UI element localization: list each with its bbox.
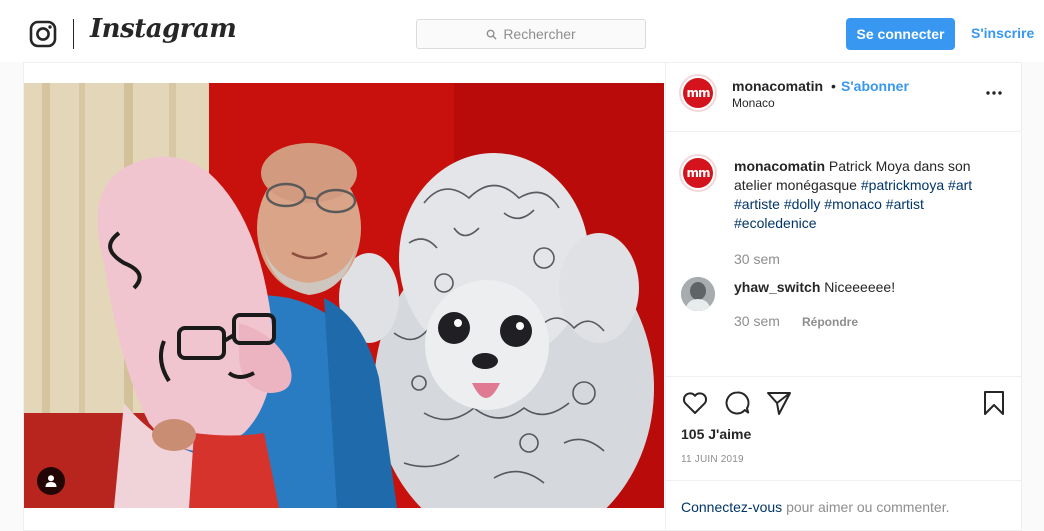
instagram-wordmark[interactable]: Instagram xyxy=(90,14,237,44)
header-divider xyxy=(666,131,1021,132)
signup-link[interactable]: S'inscrire xyxy=(971,25,1034,41)
hashtag-link[interactable]: #monaco xyxy=(824,196,882,212)
hashtag-link[interactable]: #artiste xyxy=(734,196,780,212)
author-avatar-logo: mm xyxy=(683,78,713,108)
author-avatar[interactable]: mm xyxy=(679,74,717,112)
caption-username[interactable]: monacomatin xyxy=(734,158,825,174)
follow-button[interactable]: S'abonner xyxy=(841,78,909,94)
author-username[interactable]: monacomatin xyxy=(732,78,823,94)
heart-icon[interactable] xyxy=(681,389,709,417)
top-navigation-bar: Instagram Rechercher Se connecter S'insc… xyxy=(0,0,1044,62)
login-divider xyxy=(666,480,1021,481)
post-date[interactable]: 11 JUIN 2019 xyxy=(681,454,744,465)
search-icon xyxy=(486,29,497,40)
caption-timestamp[interactable]: 30 sem xyxy=(734,251,780,267)
commenter-avatar[interactable] xyxy=(681,277,715,311)
caption-author-avatar[interactable]: mm xyxy=(679,154,717,192)
more-options-icon[interactable] xyxy=(984,85,1004,101)
comment-icon[interactable] xyxy=(723,389,751,417)
logo-divider xyxy=(73,19,74,49)
search-placeholder: Rechercher xyxy=(503,26,576,42)
actions-divider xyxy=(666,376,1021,377)
comment-text: Niceeeeee! xyxy=(824,279,896,295)
comment-timestamp[interactable]: 30 sem xyxy=(734,313,780,329)
reply-button[interactable]: Répondre xyxy=(802,315,858,329)
hashtag-link[interactable]: #dolly xyxy=(784,196,821,212)
hashtag-link[interactable]: #artist xyxy=(886,196,924,212)
post-location[interactable]: Monaco xyxy=(732,96,775,110)
user-tag-icon xyxy=(45,475,57,487)
hashtag-link[interactable]: #ecoledenice xyxy=(734,215,817,231)
login-prompt-text: pour aimer ou commenter. xyxy=(786,499,950,515)
comment-username[interactable]: yhaw_switch xyxy=(734,279,820,295)
bookmark-icon[interactable] xyxy=(980,389,1008,417)
post-caption: monacomatin Patrick Moya dans son atelie… xyxy=(734,157,1004,233)
caption-avatar-logo: mm xyxy=(683,158,713,188)
login-link[interactable]: Connectez-vous xyxy=(681,499,782,515)
share-icon[interactable] xyxy=(765,389,793,417)
comment-row: yhaw_switch Niceeeeee! xyxy=(734,279,895,295)
login-prompt: Connectez-vous pour aimer ou commenter. xyxy=(681,499,949,515)
login-button[interactable]: Se connecter xyxy=(846,18,955,50)
instagram-glyph-icon[interactable] xyxy=(29,20,57,48)
like-count[interactable]: 105 J'aime xyxy=(681,426,751,442)
hashtag-link[interactable]: #patrickmoya xyxy=(861,177,944,193)
hashtag-link[interactable]: #art xyxy=(948,177,972,193)
header-separator: • xyxy=(831,78,836,94)
post-photo[interactable] xyxy=(24,83,664,508)
panel-divider xyxy=(665,62,666,531)
user-tags-button[interactable] xyxy=(37,467,65,495)
search-input[interactable]: Rechercher xyxy=(416,19,646,49)
